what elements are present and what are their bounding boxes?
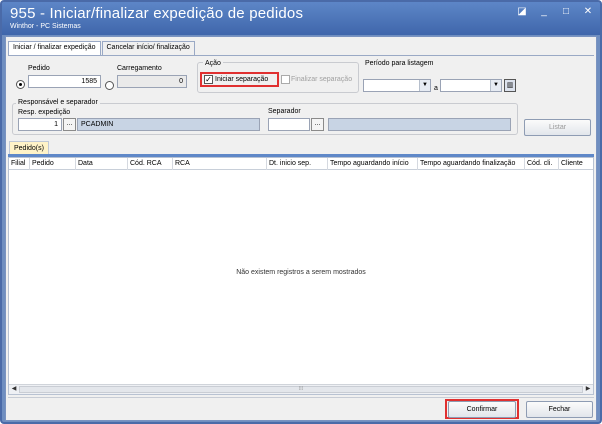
periodo-end-input[interactable]: ▼ (440, 79, 502, 92)
listar-button[interactable]: Listar (524, 119, 591, 136)
iniciar-checkbox[interactable]: ✓ (204, 75, 213, 84)
periodo-separator: a (434, 85, 438, 92)
resp-name-field: PCADMIN (77, 118, 260, 131)
separador-browse-button[interactable]: ... (311, 118, 324, 131)
carregamento-label: Carregamento (117, 65, 162, 72)
fechar-button[interactable]: Fechar (526, 401, 593, 418)
col-cod-cli[interactable]: Cód. cli. (525, 158, 559, 170)
chevron-down-icon[interactable]: ▼ (490, 80, 501, 91)
scroll-right-icon[interactable]: ▶ (583, 385, 593, 394)
finalizar-label: Finalizar separação (291, 76, 353, 83)
periodo-label: Período para listagem (365, 60, 434, 67)
pedido-input[interactable]: 1585 (28, 75, 101, 88)
resp-expedicao-label: Resp. expedição (18, 109, 71, 116)
grid-header: Filial Pedido Data Cód. RCA RCA Dt. inic… (9, 158, 593, 170)
empty-message: Não existem registros a serem mostrados (236, 269, 366, 276)
app-window: 955 - Iniciar/finalizar expedição de ped… (0, 0, 602, 424)
scroll-left-icon[interactable]: ◀ (9, 385, 19, 394)
pedido-radio[interactable] (16, 80, 25, 89)
separador-name-field (328, 118, 511, 131)
tab-pedidos[interactable]: Pedido(s) (9, 141, 49, 155)
close-icon[interactable]: ✕ (582, 6, 594, 18)
tab-divider (8, 55, 594, 56)
col-filial[interactable]: Filial (9, 158, 30, 170)
separador-label: Separador (268, 108, 301, 115)
separador-code-input[interactable] (268, 118, 310, 131)
resp-browse-button[interactable]: ... (63, 118, 76, 131)
carregamento-radio[interactable] (105, 81, 114, 90)
col-tempo-inicio[interactable]: Tempo aguardando início (328, 158, 418, 170)
col-rca[interactable]: RCA (173, 158, 267, 170)
tab-iniciar-finalizar[interactable]: Iniciar / finalizar expedição (8, 41, 101, 56)
finalizar-checkbox[interactable] (281, 75, 290, 84)
client-area: Iniciar / finalizar expedição Cancelar i… (5, 36, 597, 421)
responsavel-group-label: Responsável e separador (16, 99, 100, 106)
restore-icon[interactable]: ◪ (516, 6, 528, 18)
scroll-thumb[interactable]: ⁞⁞⁞ (19, 386, 583, 393)
col-dt-inicio-sep[interactable]: Dt. inicio sep. (267, 158, 328, 170)
horizontal-scrollbar[interactable]: ◀ ⁞⁞⁞ ▶ (9, 384, 593, 394)
carregamento-input[interactable]: 0 (117, 75, 187, 88)
col-cliente[interactable]: Cliente (559, 158, 595, 170)
col-tempo-finalizacao[interactable]: Tempo aguardando finalização (418, 158, 525, 170)
window-controls: ◪ _ □ ✕ (516, 6, 594, 18)
window-title: 955 - Iniciar/finalizar expedição de ped… (10, 5, 304, 22)
calendar-icon[interactable]: ▥ (504, 79, 516, 92)
col-data[interactable]: Data (76, 158, 128, 170)
pedidos-grid: Filial Pedido Data Cód. RCA RCA Dt. inic… (8, 157, 594, 395)
confirmar-button[interactable]: Confirmar (448, 401, 516, 418)
resp-code-input[interactable]: 1 (18, 118, 62, 131)
col-pedido[interactable]: Pedido (30, 158, 76, 170)
main-tabs: Iniciar / finalizar expedição Cancelar i… (8, 41, 196, 56)
chevron-down-icon[interactable]: ▼ (419, 80, 430, 91)
title-bar: 955 - Iniciar/finalizar expedição de ped… (2, 2, 600, 35)
periodo-start-input[interactable]: ▼ (363, 79, 431, 92)
acao-label: Ação (203, 60, 223, 67)
pedido-label: Pedido (28, 65, 50, 72)
window-subtitle: Winthor - PC Sistemas (10, 23, 81, 30)
minimize-icon[interactable]: _ (538, 6, 550, 18)
tab-cancelar[interactable]: Cancelar início/ finalização (101, 41, 195, 55)
maximize-icon[interactable]: □ (560, 6, 572, 18)
col-cod-rca[interactable]: Cód. RCA (128, 158, 173, 170)
footer-divider (8, 397, 594, 398)
iniciar-label: Iniciar separação (215, 76, 269, 83)
